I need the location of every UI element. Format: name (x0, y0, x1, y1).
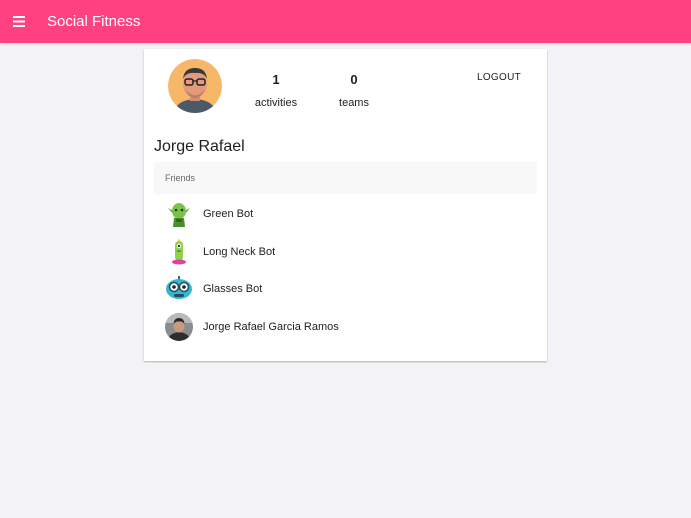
long-neck-bot-avatar-icon (172, 239, 186, 265)
activities-count: 1 (272, 72, 280, 87)
friends-subheader: Friends (154, 162, 537, 194)
friend-item-green-bot[interactable]: Green Bot (154, 196, 537, 232)
friend-name: Jorge Rafael Garcia Ramos (203, 321, 339, 333)
app-bar: Social Fitness (0, 0, 691, 43)
activities-stat: 1 activities (236, 72, 316, 110)
user-avatar-icon (168, 59, 222, 113)
glasses-bot-avatar-icon (166, 276, 192, 299)
friends-subheader-label: Friends (165, 173, 196, 183)
friend-name: Glasses Bot (203, 283, 263, 295)
hamburger-menu-icon (13, 15, 25, 27)
friend-name: Long Neck Bot (203, 246, 276, 258)
friend-item-glasses-bot[interactable]: Glasses Bot (154, 271, 537, 307)
logout-button[interactable]: LOGOUT (469, 68, 529, 88)
friend-item-jorge-rafael-garcia-ramos[interactable]: Jorge Rafael Garcia Ramos (154, 309, 537, 345)
user-name: Jorge Rafael (154, 138, 245, 155)
friend-name: Green Bot (203, 208, 254, 220)
app-title: Social Fitness (47, 13, 141, 30)
user-photo-avatar-icon (165, 313, 193, 341)
profile-card: 1 activities 0 teams LOGOUT Jorge Rafael… (144, 49, 547, 361)
teams-label: teams (339, 97, 369, 109)
green-bot-avatar-icon (168, 203, 190, 227)
menu-button[interactable] (8, 9, 30, 33)
teams-count: 0 (350, 72, 358, 87)
teams-stat: 0 teams (314, 72, 394, 110)
activities-label: activities (254, 97, 298, 109)
friend-item-long-neck-bot[interactable]: Long Neck Bot (154, 234, 537, 270)
